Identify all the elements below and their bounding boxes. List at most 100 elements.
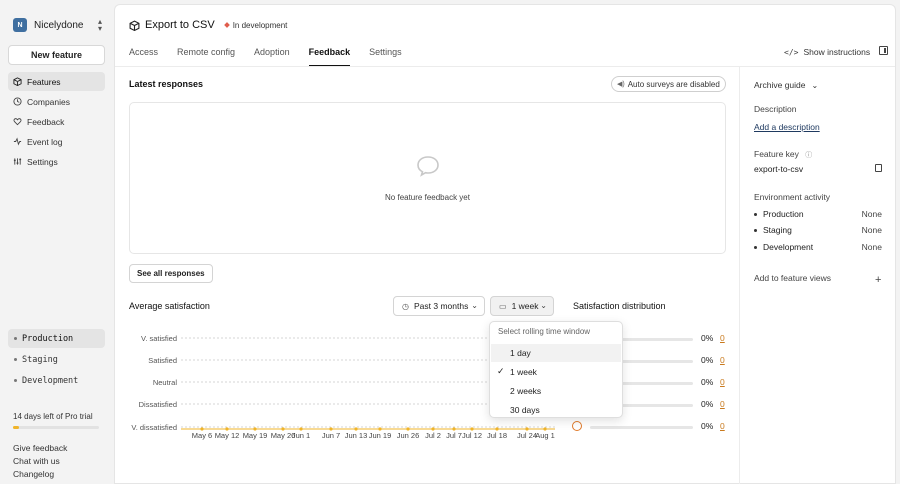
chevron-updown-icon: ▴ ▾ <box>97 17 102 33</box>
x-tick-label: May 12 <box>215 431 240 440</box>
rolling-window-value: 1 week <box>511 301 539 311</box>
rolling-window-select[interactable]: ▭ 1 week ⌄ <box>490 296 554 316</box>
distribution-percent: 0% <box>701 355 714 365</box>
box-icon <box>129 19 140 31</box>
show-instructions-button[interactable]: </> Show instructions <box>784 47 870 57</box>
tab-settings[interactable]: Settings <box>369 45 402 67</box>
tab-remote-config[interactable]: Remote config <box>177 45 235 67</box>
environment-production[interactable]: Production <box>8 329 105 348</box>
toggle-panel-icon[interactable] <box>879 46 888 55</box>
x-tick-label: Aug 1 <box>535 431 555 440</box>
y-tick-label: Dissatisfied <box>139 400 177 409</box>
env-dot <box>14 358 17 361</box>
option-label: 1 day <box>510 348 531 358</box>
option-2-weeks[interactable]: 2 weeks <box>491 382 621 400</box>
option-1-day[interactable]: 1 day <box>491 344 621 362</box>
distribution-count-link[interactable]: 0 <box>720 333 725 343</box>
sidebar-item-feedback[interactable]: Feedback <box>8 112 105 131</box>
code-icon: </> <box>784 47 799 57</box>
distribution-count-link[interactable]: 0 <box>720 421 725 431</box>
sidebar: N Nicelydone ▴ ▾ New feature Features Com… <box>0 0 114 484</box>
settings-icon <box>13 157 22 166</box>
sidebar-item-features[interactable]: Features <box>8 72 105 91</box>
env-dot <box>754 212 757 216</box>
x-tick-label: Jul 7 <box>446 431 462 440</box>
archive-guide-button[interactable]: Archive guide ⌄ <box>754 80 818 90</box>
divider <box>115 66 895 67</box>
environment-staging[interactable]: Staging <box>8 350 105 369</box>
sidebar-item-label: Settings <box>27 156 58 167</box>
divider <box>739 67 740 484</box>
tab-feedback[interactable]: Feedback <box>308 45 351 67</box>
environment-list: Production Staging Development <box>8 329 105 392</box>
env-dot <box>14 337 17 340</box>
env-activity-development: Development None <box>754 240 884 254</box>
plus-icon[interactable]: + <box>875 274 881 286</box>
sidebar-item-settings[interactable]: Settings <box>8 152 105 171</box>
building-icon <box>13 97 22 106</box>
tab-adoption[interactable]: Adoption <box>254 45 290 67</box>
trial-progress-fill <box>13 426 20 429</box>
chevron-down-icon: ⌄ <box>811 80 819 90</box>
chat-bubble-icon <box>417 156 439 177</box>
new-feature-button[interactable]: New feature <box>8 45 105 65</box>
x-tick-label: Jul 18 <box>487 431 507 440</box>
chat-with-us-link[interactable]: Chat with us <box>13 455 67 468</box>
sidebar-item-event-log[interactable]: Event log <box>8 132 105 151</box>
option-1-week[interactable]: ✓ 1 week <box>491 363 621 381</box>
env-activity-name: Staging <box>763 225 792 235</box>
distribution-count-link[interactable]: 0 <box>720 377 725 387</box>
env-activity-name: Production <box>763 209 804 219</box>
empty-state-text: No feature feedback yet <box>385 193 470 202</box>
date-range-select[interactable]: ◷ Past 3 months ⌄ <box>393 296 485 316</box>
env-activity-value: None <box>861 225 882 235</box>
sidebar-footer: Give feedback Chat with us Changelog <box>13 442 67 481</box>
tab-bar: Access Remote config Adoption Feedback S… <box>129 45 421 67</box>
x-tick-label: May 19 <box>243 431 268 440</box>
box-icon <box>13 77 22 86</box>
env-activity-staging: Staging None <box>754 223 884 237</box>
archive-guide-label: Archive guide <box>754 80 806 90</box>
option-label: 1 week <box>510 367 537 377</box>
sidebar-item-companies[interactable]: Companies <box>8 92 105 111</box>
x-tick-label: May 6 <box>192 431 212 440</box>
x-tick-label: Jun 13 <box>345 431 368 440</box>
see-all-responses-button[interactable]: See all responses <box>129 264 213 283</box>
copy-icon[interactable] <box>875 164 882 172</box>
page-header: Export to CSV In development <box>129 19 287 31</box>
latest-responses-heading: Latest responses <box>129 79 204 89</box>
rolling-window-dropdown: Select rolling time window 1 day ✓ 1 wee… <box>489 321 623 418</box>
description-label: Description <box>754 104 797 114</box>
environment-activity-label: Environment activity <box>754 192 831 202</box>
workspace-name: Nicelydone <box>34 19 84 31</box>
give-feedback-link[interactable]: Give feedback <box>13 442 67 455</box>
date-range-value: Past 3 months <box>413 301 469 311</box>
x-tick-label: Jun 19 <box>369 431 392 440</box>
workspace-switcher[interactable]: N Nicelydone ▴ ▾ <box>8 14 106 36</box>
chevron-down-icon: ⌄ <box>540 301 547 310</box>
status-badge[interactable]: In development <box>223 21 287 30</box>
sidebar-item-label: Companies <box>27 96 70 107</box>
main-panel: Export to CSV In development Access Remo… <box>114 4 896 484</box>
y-tick-label: V. satisfied <box>141 334 177 343</box>
distribution-count-link[interactable]: 0 <box>720 355 725 365</box>
y-tick-label: Satisfied <box>148 356 177 365</box>
distribution-percent: 0% <box>701 333 714 343</box>
auto-surveys-toggle[interactable]: ◀) Auto surveys are disabled <box>611 76 726 92</box>
option-30-days[interactable]: 30 days <box>491 401 621 419</box>
changelog-link[interactable]: Changelog <box>13 468 67 481</box>
add-to-feature-views-label[interactable]: Add to feature views <box>754 273 831 283</box>
environment-development[interactable]: Development <box>8 371 105 390</box>
sidebar-item-label: Feedback <box>27 116 65 127</box>
chevron-down-icon: ⌄ <box>471 301 478 310</box>
distribution-percent: 0% <box>701 377 714 387</box>
env-dot <box>14 379 17 382</box>
tab-access[interactable]: Access <box>129 45 158 67</box>
feature-key-value: export-to-csv <box>754 164 804 174</box>
add-description-link[interactable]: Add a description <box>754 122 820 132</box>
y-tick-label: Neutral <box>153 378 178 387</box>
x-tick-label: Jun 7 <box>322 431 340 440</box>
distribution-row: 0% 0 <box>570 421 730 433</box>
env-dot <box>754 245 757 249</box>
distribution-count-link[interactable]: 0 <box>720 399 725 409</box>
